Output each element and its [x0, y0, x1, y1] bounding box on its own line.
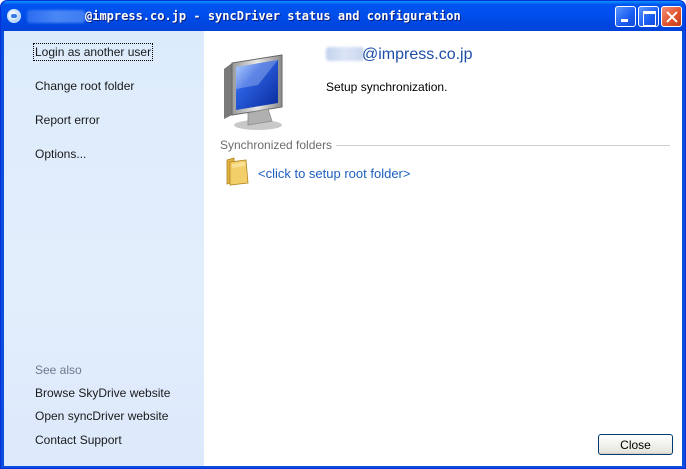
see-also-heading: See also	[35, 363, 82, 377]
status-text: Setup synchronization.	[326, 80, 448, 94]
setup-root-folder-link[interactable]: <click to setup root folder>	[258, 166, 410, 181]
monitor-icon	[224, 54, 283, 130]
folder-icon	[226, 157, 249, 186]
group-divider	[334, 145, 670, 146]
client-area: Login as another user Change root folder…	[4, 31, 682, 466]
skydrive-cloud-icon[interactable]	[7, 9, 21, 23]
close-window-button[interactable]	[661, 6, 682, 27]
browse-skydrive-link[interactable]: Browse SkyDrive website	[35, 386, 170, 400]
options-link[interactable]: Options...	[35, 147, 86, 161]
title-username-redacted	[27, 10, 85, 23]
synchronized-folders-label: Synchronized folders	[220, 138, 337, 152]
title-bar[interactable]: @impress.co.jp - syncDriver status and c…	[1, 1, 685, 31]
minimize-button[interactable]	[615, 6, 636, 27]
sidebar: Login as another user Change root folder…	[4, 31, 204, 466]
report-error-link[interactable]: Report error	[35, 113, 100, 127]
login-another-user-link[interactable]: Login as another user	[32, 43, 154, 61]
change-root-folder-link[interactable]: Change root folder	[35, 79, 134, 93]
user-email: @impress.co.jp	[362, 46, 473, 63]
maximize-button[interactable]	[638, 6, 659, 27]
main-panel: @impress.co.jp Setup synchronization. Sy…	[204, 31, 682, 466]
open-syncdriver-link[interactable]: Open syncDriver website	[35, 409, 168, 423]
user-name-redacted	[326, 47, 364, 61]
window-title: @impress.co.jp - syncDriver status and c…	[85, 9, 461, 23]
contact-support-link[interactable]: Contact Support	[35, 433, 122, 447]
app-window: @impress.co.jp - syncDriver status and c…	[0, 0, 686, 469]
close-button[interactable]: Close	[598, 434, 673, 455]
